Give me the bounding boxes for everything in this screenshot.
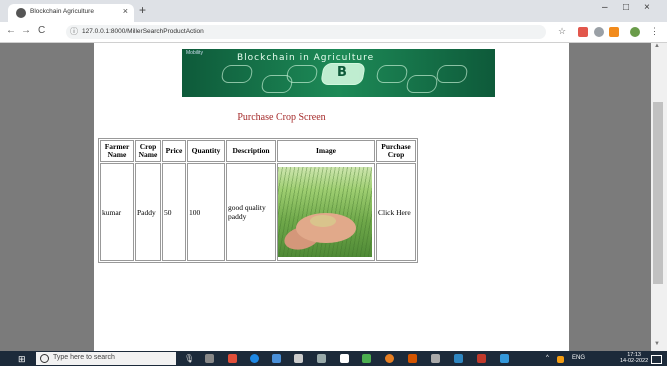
address-bar-row: ← → C ⓘ 127.0.0.1:8000/MillerSearchProdu… — [0, 22, 667, 43]
tab-close-icon[interactable]: × — [123, 6, 128, 16]
browser-tab-strip: Blockchain Agriculture × + – □ × — [0, 0, 667, 22]
tray-expand-icon[interactable]: ^ — [546, 355, 549, 361]
banner-small-text: Mobility — [186, 50, 203, 56]
hexagon-icon — [375, 65, 409, 83]
scrollbar-thumb[interactable] — [653, 102, 663, 284]
page-title: Purchase Crop Screen — [237, 112, 326, 123]
bookmark-star-icon[interactable]: ☆ — [558, 26, 566, 37]
taskbar-search-box[interactable]: Type here to search — [36, 352, 176, 365]
farmer-name-cell: kumar — [100, 163, 134, 261]
maximize-icon[interactable]: □ — [623, 2, 629, 13]
app-icon[interactable] — [294, 354, 303, 363]
hexagon-icon — [285, 65, 319, 83]
crop-name-cell: Paddy — [135, 163, 161, 261]
column-header: Quantity — [187, 140, 225, 162]
scroll-down-icon[interactable]: ▼ — [654, 341, 660, 347]
banner-title: Blockchain in Agriculture — [237, 53, 375, 63]
quantity-cell: 100 — [187, 163, 225, 261]
system-clock[interactable]: 17:13 14-02-2022 — [620, 352, 648, 364]
column-header: Description — [226, 140, 276, 162]
scroll-up-icon[interactable]: ▲ — [654, 43, 660, 49]
extension-fox-icon[interactable] — [609, 27, 619, 37]
close-window-icon[interactable]: × — [644, 2, 650, 13]
app-icon[interactable] — [362, 354, 371, 363]
bitcoin-icon: B — [337, 65, 347, 80]
extension-circle-icon[interactable] — [594, 27, 604, 37]
column-header: Purchase Crop — [376, 140, 416, 162]
image-cell — [277, 163, 375, 261]
column-header: Image — [277, 140, 375, 162]
page-content: Mobility Blockchain in Agriculture B Pur… — [94, 43, 569, 351]
header-banner: Mobility Blockchain in Agriculture B — [182, 49, 495, 97]
url-text[interactable]: 127.0.0.1:8000/MillerSearchProductAction — [82, 28, 204, 35]
app-icon[interactable] — [385, 354, 394, 363]
app-icon[interactable] — [431, 354, 440, 363]
clock-date: 14-02-2022 — [620, 358, 649, 364]
browser-menu-icon[interactable]: ⋮ — [650, 26, 659, 37]
description-cell: good quality paddy — [226, 163, 276, 261]
table-header-row: Farmer Name Crop Name Price Quantity Des… — [100, 140, 416, 162]
page-margin-right — [569, 43, 651, 351]
language-indicator[interactable]: ENG — [572, 355, 585, 361]
task-view-icon[interactable] — [205, 354, 214, 363]
hexagon-icon — [220, 65, 254, 83]
purchase-link[interactable]: Click Here — [376, 163, 416, 261]
app-icon[interactable] — [228, 354, 237, 363]
microphone-icon[interactable]: 🎙 — [184, 354, 194, 363]
column-header: Crop Name — [135, 140, 161, 162]
crop-table: Farmer Name Crop Name Price Quantity Des… — [98, 138, 418, 263]
hexagon-icon — [405, 75, 439, 93]
browser-tab[interactable]: Blockchain Agriculture × — [8, 4, 134, 22]
cortana-circle-icon — [40, 354, 49, 363]
notification-icon[interactable] — [651, 355, 662, 364]
grain-pile — [310, 215, 336, 227]
app-icon[interactable] — [454, 354, 463, 363]
globe-icon — [16, 8, 26, 18]
tray-app-icon[interactable] — [557, 356, 564, 363]
app-icon[interactable] — [317, 354, 326, 363]
app-icon[interactable] — [500, 354, 509, 363]
column-header: Price — [162, 140, 186, 162]
reload-icon[interactable]: C — [38, 25, 45, 36]
app-icon[interactable] — [408, 354, 417, 363]
edge-browser-icon[interactable] — [250, 354, 259, 363]
url-field[interactable]: ⓘ 127.0.0.1:8000/MillerSearchProductActi… — [66, 25, 546, 39]
new-tab-icon[interactable]: + — [139, 3, 146, 17]
app-icon[interactable] — [340, 354, 349, 363]
tab-title: Blockchain Agriculture — [30, 8, 94, 15]
back-icon[interactable]: ← — [6, 25, 16, 36]
windows-start-icon[interactable]: ⊞ — [18, 354, 26, 365]
price-cell: 50 — [162, 163, 186, 261]
forward-icon[interactable]: → — [21, 25, 31, 36]
app-icon[interactable] — [272, 354, 281, 363]
column-header: Farmer Name — [100, 140, 134, 162]
hexagon-icon — [435, 65, 469, 83]
extension-pdf-icon[interactable] — [578, 27, 588, 37]
paddy-photo — [278, 167, 372, 257]
profile-avatar[interactable] — [630, 27, 640, 37]
page-margin-left — [0, 43, 94, 351]
minimize-icon[interactable]: – — [602, 2, 608, 13]
search-placeholder: Type here to search — [53, 354, 115, 361]
info-icon[interactable]: ⓘ — [70, 26, 78, 37]
table-row: kumar Paddy 50 100 good quality paddy Cl… — [100, 163, 416, 261]
app-icon[interactable] — [477, 354, 486, 363]
